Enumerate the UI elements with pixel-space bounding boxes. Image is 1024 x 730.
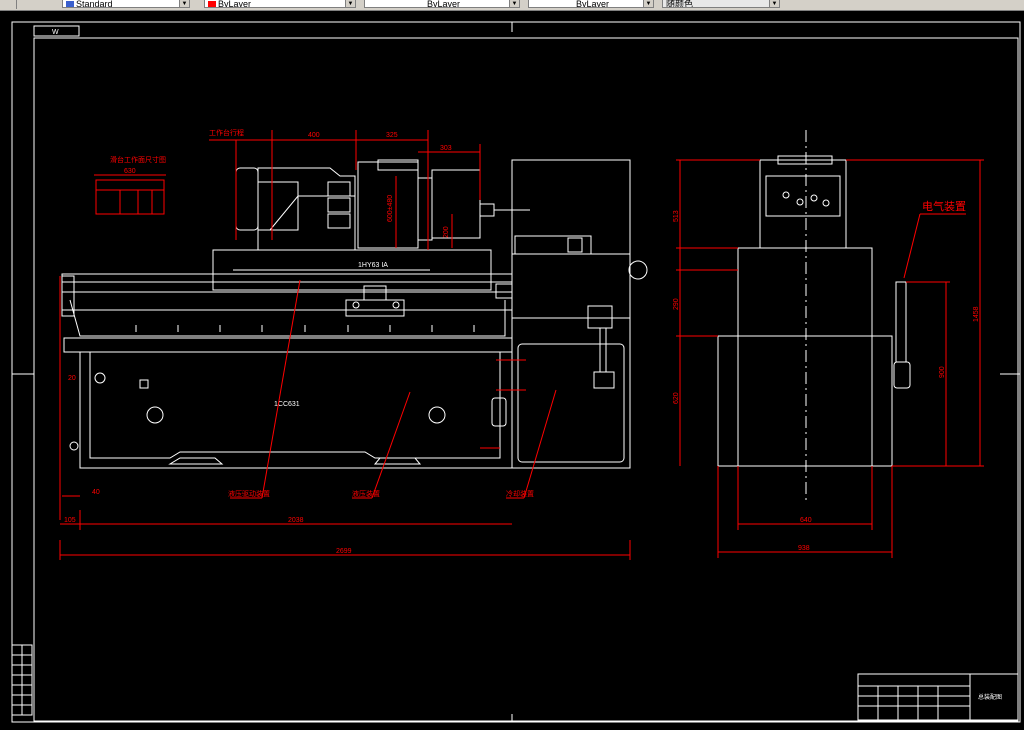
svg-text:105: 105 xyxy=(64,517,76,524)
svg-text:工作台行程: 工作台行程 xyxy=(209,128,244,137)
lineweight-combo[interactable]: ByLayer ▼ xyxy=(528,0,654,8)
svg-text:640: 640 xyxy=(800,517,812,524)
svg-text:303: 303 xyxy=(440,145,452,152)
svg-text:2038: 2038 xyxy=(288,517,304,524)
chevron-down-icon[interactable]: ▼ xyxy=(509,0,519,7)
machine-model-label: 1HY63 IA xyxy=(358,262,388,269)
svg-text:滑台工作面尺寸图: 滑台工作面尺寸图 xyxy=(110,155,166,164)
text-style-icon xyxy=(66,1,74,7)
svg-text:液压装置: 液压装置 xyxy=(352,489,380,498)
title-block: 总装配图 xyxy=(857,673,1019,721)
side-view xyxy=(717,130,911,500)
svg-text:620: 620 xyxy=(673,392,680,404)
properties-toolbar: Standard ▼ ByLayer ▼ ByLayer ▼ ByLayer ▼… xyxy=(0,0,1024,11)
front-view: 1HY63 IA 1CC631 xyxy=(61,159,648,469)
svg-text:400: 400 xyxy=(308,132,320,139)
text-style-combo[interactable]: Standard ▼ xyxy=(62,0,190,8)
outer-border xyxy=(11,21,1021,723)
left-stamp-table xyxy=(11,644,33,716)
svg-text:40: 40 xyxy=(92,489,100,496)
side-view-dimensions: 513 290 620 1458 900 640 938 电气装置 xyxy=(673,159,984,558)
svg-text:600±480: 600±480 xyxy=(387,195,394,222)
svg-text:2699: 2699 xyxy=(336,548,352,555)
linetype-combo[interactable]: ByLayer ▼ xyxy=(364,0,520,8)
svg-text:900: 900 xyxy=(939,366,946,378)
inner-frame xyxy=(33,37,1019,722)
svg-text:290: 290 xyxy=(673,298,680,310)
chevron-down-icon[interactable]: ▼ xyxy=(179,0,189,7)
chevron-down-icon[interactable]: ▼ xyxy=(643,0,653,7)
chevron-down-icon[interactable]: ▼ xyxy=(769,0,779,7)
cad-drawing: .w { stroke:#fff; fill:none; stroke-widt… xyxy=(11,21,1021,723)
electrical-label: 电气装置 xyxy=(922,199,966,213)
color-swatch-icon xyxy=(208,1,216,7)
svg-text:20: 20 xyxy=(68,375,76,382)
drawing-canvas[interactable]: .w { stroke:#fff; fill:none; stroke-widt… xyxy=(0,11,1024,725)
svg-text:325: 325 xyxy=(386,132,398,139)
svg-text:513: 513 xyxy=(673,210,680,222)
toolbar-grip[interactable] xyxy=(0,0,17,9)
side-table: 滑台工作面尺寸图 630 xyxy=(94,155,166,215)
svg-text:冷却装置: 冷却装置 xyxy=(506,489,534,498)
svg-text:938: 938 xyxy=(798,545,810,552)
svg-text:1458: 1458 xyxy=(973,306,980,322)
frame-tag: W xyxy=(52,29,59,36)
color-combo[interactable]: ByLayer ▼ xyxy=(204,0,356,8)
plotstyle-combo[interactable]: 随颜色 ▼ xyxy=(662,0,780,8)
title-block-name: 总装配图 xyxy=(978,693,1002,701)
svg-text:200: 200 xyxy=(443,226,450,238)
chevron-down-icon[interactable]: ▼ xyxy=(345,0,355,7)
svg-text:630: 630 xyxy=(124,168,136,175)
svg-text:液压驱动装置: 液压驱动装置 xyxy=(228,489,270,498)
